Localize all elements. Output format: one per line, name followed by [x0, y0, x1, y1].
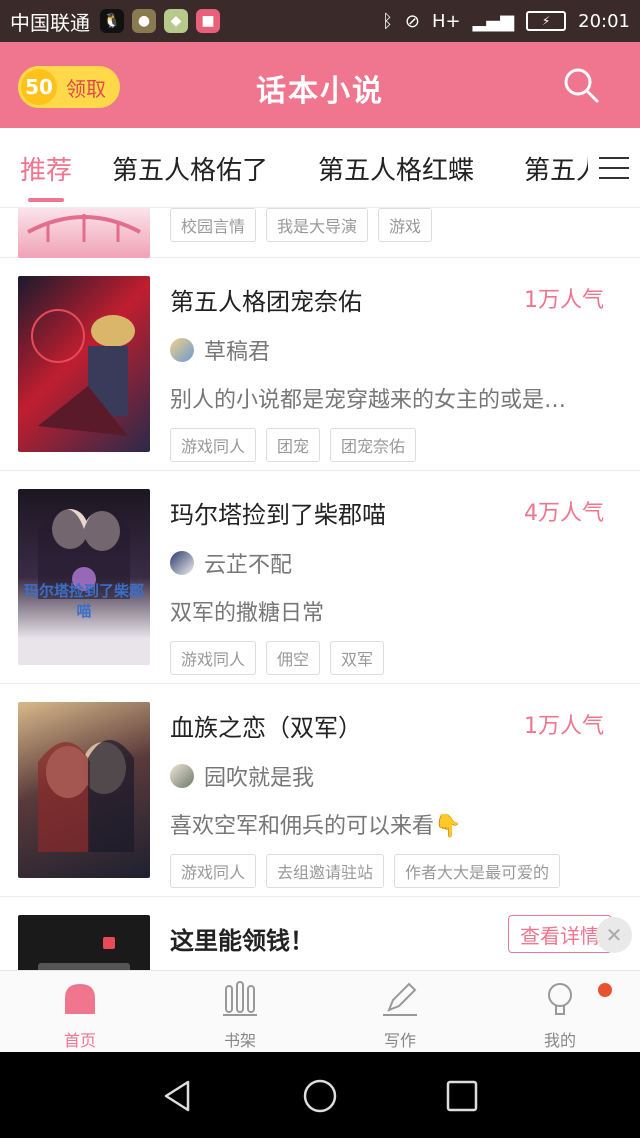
- story-description: 喜欢空军和佣兵的可以来看👇: [170, 814, 462, 839]
- popularity-count: 1万人气: [524, 714, 604, 739]
- cover-title-text: 玛尔塔捡到了柴郡喵: [24, 582, 145, 620]
- active-tab-indicator: [28, 198, 64, 202]
- recent-apps-icon[interactable]: [444, 1078, 480, 1114]
- bookshelf-icon: [218, 977, 262, 1021]
- ad-banner[interactable]: 这里能领钱！ 查看详情 ✕: [0, 897, 640, 970]
- notification-dot: [598, 983, 612, 997]
- tag[interactable]: 游戏: [378, 208, 433, 242]
- category-tabs: 推荐 第五人格佑了 第五人格红蝶 第五人: [0, 128, 640, 208]
- tab-recommend[interactable]: 推荐: [20, 150, 72, 187]
- nav-bookshelf[interactable]: 书架: [200, 977, 280, 1051]
- story-description: 别人的小说都是宠穿越来的女主的或是…: [170, 388, 567, 413]
- battery-icon: ⚡: [526, 11, 567, 31]
- pen-icon: [378, 977, 422, 1021]
- close-icon[interactable]: ✕: [596, 917, 632, 953]
- nav-label: 我的: [543, 1031, 576, 1050]
- tab-category-1[interactable]: 第五人格佑了: [112, 150, 268, 187]
- system-navigation-bar: [0, 1052, 640, 1138]
- book-cover: 玛尔塔捡到了柴郡喵: [18, 489, 150, 665]
- tag[interactable]: 双军: [330, 641, 385, 675]
- tag[interactable]: 佣空: [266, 641, 321, 675]
- tab-category-2[interactable]: 第五人格红蝶: [318, 150, 474, 187]
- nav-write[interactable]: 写作: [360, 977, 440, 1051]
- wechat-icon: ◆: [164, 9, 188, 33]
- nav-label: 写作: [383, 1031, 416, 1050]
- avatar: [170, 338, 194, 362]
- tag-list: 游戏同人 团宠 团宠奈佑: [170, 428, 417, 462]
- app-notification-icon-2: ■: [196, 9, 220, 33]
- tag[interactable]: 团宠: [266, 428, 321, 462]
- tag-list: 校园言情 我是大导演 游戏: [170, 208, 433, 242]
- cover-art: [38, 509, 130, 599]
- back-icon[interactable]: [160, 1078, 196, 1114]
- story-title[interactable]: 血族之恋（双军）: [170, 708, 362, 743]
- profile-icon: [538, 977, 582, 1021]
- tag-list: 游戏同人 佣空 双军: [170, 641, 385, 675]
- book-cover: [18, 208, 150, 258]
- home-icon: [58, 977, 102, 1021]
- tag[interactable]: 游戏同人: [170, 428, 257, 462]
- story-list[interactable]: 校园言情 我是大导演 游戏 第五人格团宠奈佑 1万人气 草稿君 别人的小说都是宠…: [0, 208, 640, 970]
- bluetooth-icon: ᛒ: [382, 10, 393, 32]
- author-name: 云芷不配: [204, 553, 293, 578]
- app-title: 话本小说: [256, 74, 384, 109]
- list-item[interactable]: 玛尔塔捡到了柴郡喵 玛尔塔捡到了柴郡喵 4万人气 云芷不配 双军的撒糖日常 游戏…: [0, 471, 640, 684]
- story-title[interactable]: 第五人格团宠奈佑: [170, 282, 362, 317]
- cover-art: [27, 214, 141, 242]
- home-button-icon[interactable]: [302, 1078, 338, 1114]
- mute-icon: ⊘: [404, 10, 420, 32]
- app-notification-icon: ●: [132, 9, 156, 33]
- popularity-count: 4万人气: [524, 501, 604, 526]
- story-description: 双军的撒糖日常: [170, 601, 325, 626]
- qq-icon: 🐧: [100, 9, 124, 33]
- tabs-menu-button[interactable]: [588, 128, 640, 207]
- ad-image-bar: [38, 963, 130, 970]
- search-icon[interactable]: [562, 66, 600, 104]
- tag[interactable]: 作者大大是最可爱的: [394, 854, 561, 888]
- carrier-name: 中国联通: [10, 10, 90, 35]
- nav-profile[interactable]: 我的: [520, 977, 600, 1051]
- author-info[interactable]: 园吹就是我: [170, 760, 314, 792]
- author-info[interactable]: 草稿君: [170, 334, 270, 366]
- list-item[interactable]: 第五人格团宠奈佑 1万人气 草稿君 别人的小说都是宠穿越来的女主的或是… 游戏同…: [0, 258, 640, 471]
- app-header: 50 领取 话本小说: [0, 42, 640, 128]
- author-info[interactable]: 云芷不配: [170, 547, 292, 579]
- tag[interactable]: 团宠奈佑: [330, 428, 417, 462]
- ad-image: [18, 915, 150, 970]
- book-cover: [18, 702, 150, 878]
- network-type: H+: [431, 10, 461, 32]
- tag[interactable]: 游戏同人: [170, 854, 257, 888]
- book-cover: [18, 276, 150, 452]
- tag[interactable]: 游戏同人: [170, 641, 257, 675]
- nav-label: 首页: [63, 1031, 96, 1050]
- status-bar: 中国联通 🐧 ● ◆ ■ ᛒ ⊘ H+ ▂▄▆ ⚡ 20:01: [0, 0, 640, 42]
- popularity-count: 1万人气: [524, 288, 604, 313]
- signal-icon: ▂▄▆: [472, 10, 515, 32]
- ad-image-icon: [103, 937, 115, 949]
- ad-title[interactable]: 这里能领钱！: [170, 921, 314, 956]
- story-title[interactable]: 玛尔塔捡到了柴郡喵: [170, 495, 386, 530]
- avatar: [170, 551, 194, 575]
- bottom-navigation: 首页 书架 写作 我的: [0, 970, 640, 1052]
- nav-label: 书架: [223, 1031, 256, 1050]
- nav-home[interactable]: 首页: [40, 977, 120, 1051]
- list-item[interactable]: 血族之恋（双军） 1万人气 园吹就是我 喜欢空军和佣兵的可以来看👇 游戏同人 去…: [0, 684, 640, 897]
- author-name: 园吹就是我: [204, 766, 315, 791]
- tag[interactable]: 去组邀请驻站: [266, 854, 385, 888]
- author-name: 草稿君: [204, 340, 271, 365]
- cover-art: [31, 309, 135, 436]
- list-item[interactable]: 校园言情 我是大导演 游戏: [0, 208, 640, 258]
- menu-icon: [599, 157, 629, 179]
- tag[interactable]: 校园言情: [170, 208, 257, 242]
- tag[interactable]: 我是大导演: [266, 208, 369, 242]
- cover-art: [38, 740, 134, 852]
- clock: 20:01: [578, 10, 630, 32]
- tag-list: 游戏同人 去组邀请驻站 作者大大是最可爱的: [170, 854, 561, 888]
- avatar: [170, 764, 194, 788]
